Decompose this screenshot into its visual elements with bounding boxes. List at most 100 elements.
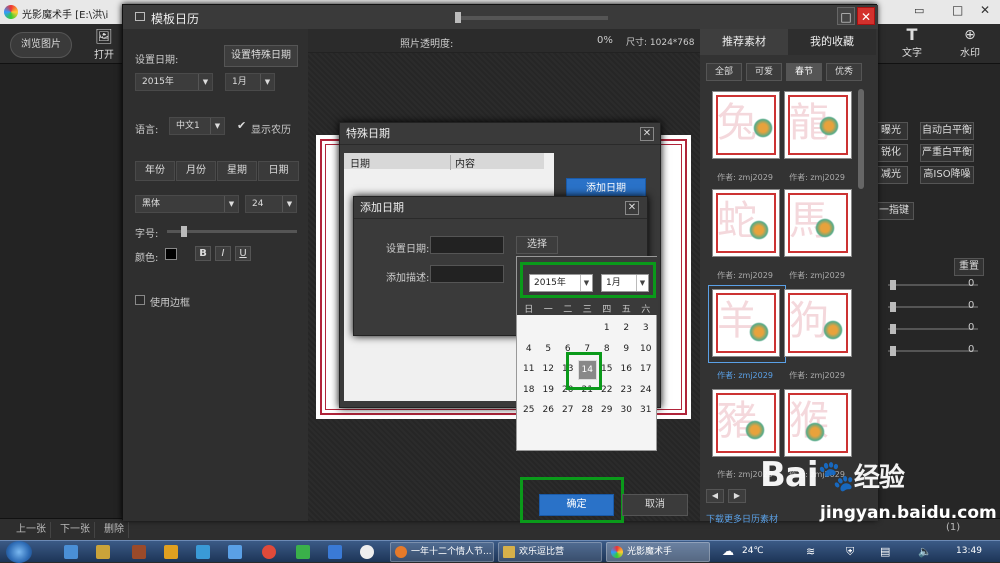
auto-wb-button[interactable]: 自动白平衡: [920, 122, 974, 140]
watermark-tool-button[interactable]: ⊕ 水印: [950, 26, 990, 60]
calendar-day[interactable]: 31: [636, 405, 656, 415]
tab-favorites[interactable]: 我的收藏: [788, 29, 876, 55]
calendar-day[interactable]: 18: [519, 385, 539, 395]
underline-button[interactable]: U: [235, 246, 251, 261]
task-firefox[interactable]: 一年十二个情人节...: [390, 542, 494, 562]
cancel-button[interactable]: 取消: [622, 494, 688, 516]
high-iso-button[interactable]: 高ISO降噪: [920, 166, 974, 184]
browser-icon[interactable]: [196, 545, 210, 559]
calendar-day[interactable]: 24: [636, 385, 656, 395]
reset-button[interactable]: 重置: [954, 258, 984, 276]
calendar-day[interactable]: 1: [597, 323, 617, 333]
start-button[interactable]: [6, 541, 32, 563]
prev-page-button[interactable]: ◀: [706, 489, 724, 503]
open-button[interactable]: 🖼 打开: [84, 28, 124, 62]
slider-1[interactable]: [888, 280, 978, 290]
severe-wb-button[interactable]: 严重白平衡: [920, 144, 974, 162]
dim-button[interactable]: 减光: [874, 166, 908, 184]
language-select[interactable]: 中文1 ▼: [169, 117, 225, 135]
chrome-icon[interactable]: [262, 545, 276, 559]
media-icon[interactable]: [360, 545, 374, 559]
wechat-icon[interactable]: [296, 545, 310, 559]
calendar-day[interactable]: 16: [617, 364, 637, 374]
tab-month[interactable]: 月份: [176, 161, 216, 181]
app-restore-icon[interactable]: □: [952, 3, 963, 17]
color-swatch[interactable]: [165, 248, 177, 260]
thumb-snake[interactable]: 蛇: [712, 189, 780, 257]
wifi-icon[interactable]: ≋: [806, 545, 815, 558]
description-input[interactable]: [430, 265, 504, 283]
thumb-rabbit[interactable]: 兔: [712, 91, 780, 159]
prev-image-button[interactable]: 上一张: [12, 522, 51, 538]
browse-button[interactable]: 浏览图片: [10, 32, 72, 58]
calendar-day[interactable]: 23: [617, 385, 637, 395]
calendar-day[interactable]: 26: [539, 405, 559, 415]
network-icon[interactable]: ▤: [880, 545, 890, 558]
category-spring-festival[interactable]: 春节: [786, 63, 822, 81]
app-icon[interactable]: [132, 545, 146, 559]
calendar-day[interactable]: 4: [519, 344, 539, 354]
exposure-button[interactable]: 曝光: [874, 122, 908, 140]
category-excellent[interactable]: 优秀: [826, 63, 862, 81]
special-date-button[interactable]: 设置特殊日期: [224, 45, 298, 67]
folder-icon[interactable]: [164, 545, 178, 559]
sharpen-button[interactable]: 锐化: [874, 144, 908, 162]
month-select[interactable]: 1月 ▼: [225, 73, 275, 91]
calendar-day[interactable]: 12: [539, 364, 559, 374]
ok-button[interactable]: 确定: [539, 494, 614, 516]
more-materials-link[interactable]: 下载更多日历素材: [706, 512, 778, 525]
materials-scrollbar[interactable]: [858, 89, 864, 189]
font-select[interactable]: 黑体 ▼: [135, 195, 239, 213]
one-click-button[interactable]: 一指键: [874, 202, 914, 220]
tab-recommended[interactable]: 推荐素材: [700, 29, 788, 55]
tab-date[interactable]: 日期: [258, 161, 299, 181]
maximize-button[interactable]: □: [837, 7, 855, 25]
task-folder[interactable]: 欢乐逗比营: [498, 542, 602, 562]
thumb-horse[interactable]: 馬: [784, 189, 852, 257]
font-size-slider[interactable]: [167, 226, 297, 237]
category-all[interactable]: 全部: [706, 63, 742, 81]
lunar-checkbox[interactable]: ✔: [237, 120, 247, 131]
calendar-day[interactable]: 11: [519, 364, 539, 374]
bold-button[interactable]: B: [195, 246, 211, 261]
year-select[interactable]: 2015年 ▼: [135, 73, 213, 91]
tab-weekday[interactable]: 星期: [217, 161, 257, 181]
thumb-monkey[interactable]: 猴: [784, 389, 852, 457]
calendar-day[interactable]: 27: [558, 405, 578, 415]
opacity-slider[interactable]: [458, 16, 608, 20]
size-select[interactable]: 24 ▼: [245, 195, 297, 213]
next-image-button[interactable]: 下一张: [56, 522, 95, 538]
calendar-day[interactable]: 3: [636, 323, 656, 333]
border-checkbox[interactable]: [135, 295, 145, 305]
close-icon[interactable]: ✕: [625, 201, 639, 215]
italic-button[interactable]: I: [215, 246, 231, 261]
task-photo-app[interactable]: 光影魔术手: [606, 542, 710, 562]
desktop-icon[interactable]: [64, 545, 78, 559]
next-page-button[interactable]: ▶: [728, 489, 746, 503]
choose-date-button[interactable]: 选择: [516, 236, 558, 254]
app-minimize-icon[interactable]: ▭: [914, 4, 924, 17]
app-close-icon[interactable]: ✕: [980, 3, 990, 17]
calendar-day[interactable]: 2: [617, 323, 637, 333]
slider-2[interactable]: [888, 302, 978, 312]
date-input[interactable]: [430, 236, 504, 254]
thumb-pig[interactable]: 豬: [712, 389, 780, 457]
shield-icon[interactable]: ⛨: [846, 545, 854, 559]
slider-3[interactable]: [888, 324, 978, 334]
search-icon[interactable]: [228, 545, 242, 559]
calendar-day[interactable]: 5: [539, 344, 559, 354]
slider-handle[interactable]: [181, 226, 187, 237]
thumb-dog[interactable]: 狗: [784, 289, 852, 357]
calendar-day[interactable]: 30: [617, 405, 637, 415]
calendar-day[interactable]: 28: [578, 405, 598, 415]
qq-icon[interactable]: [328, 545, 342, 559]
close-button[interactable]: ✕: [857, 7, 875, 25]
explorer-icon[interactable]: [96, 545, 110, 559]
tab-year[interactable]: 年份: [135, 161, 175, 181]
delete-image-button[interactable]: 删除: [100, 522, 129, 538]
category-cute[interactable]: 可爱: [746, 63, 782, 81]
thumb-sheep[interactable]: 羊: [712, 289, 780, 357]
calendar-day[interactable]: 25: [519, 405, 539, 415]
thumb-dragon[interactable]: 龍: [784, 91, 852, 159]
opacity-slider-handle[interactable]: [455, 12, 461, 23]
